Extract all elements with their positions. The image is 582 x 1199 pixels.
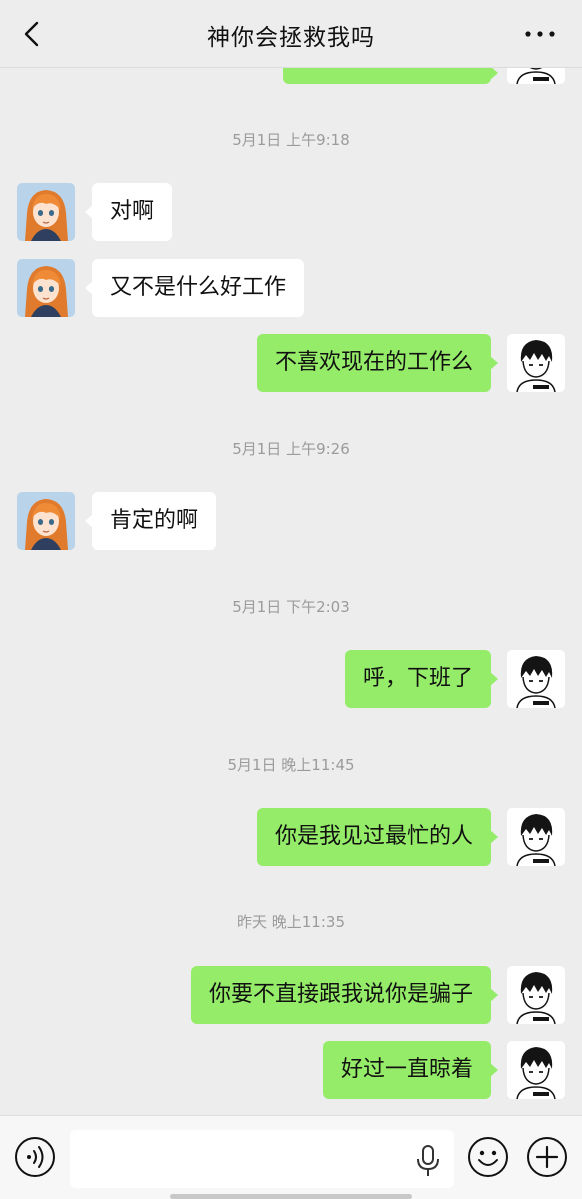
plus-icon: [527, 1137, 567, 1177]
sent-message[interactable]: 你是我见过最忙的人: [256, 808, 499, 866]
received-message[interactable]: 对啊: [84, 183, 173, 241]
more-dots-icon: [525, 31, 555, 37]
my-avatar[interactable]: [507, 808, 565, 866]
chat-header: 神你会拯救我吗: [0, 0, 582, 68]
received-message[interactable]: 又不是什么好工作: [84, 259, 305, 317]
sent-message[interactable]: 不喜欢现在的工作么: [256, 334, 499, 392]
message-input[interactable]: [70, 1130, 454, 1188]
my-avatar[interactable]: [507, 966, 565, 1024]
chat-area[interactable]: 5月1日 上午9:18 对啊 又不是什么好工作 不喜欢现在的工作么 5月1日 上…: [0, 0, 582, 1115]
timestamp: 5月1日 下午2:03: [232, 598, 350, 616]
input-bar: [0, 1115, 582, 1199]
sent-message[interactable]: 好过一直晾着: [322, 1041, 499, 1099]
sent-message[interactable]: 你要不直接跟我说你是骗子: [190, 966, 499, 1024]
voice-icon: [15, 1137, 55, 1177]
timestamp: 5月1日 上午9:18: [232, 131, 350, 149]
contact-avatar[interactable]: [17, 183, 75, 241]
mic-icon: [417, 1145, 439, 1176]
my-avatar[interactable]: [507, 650, 565, 708]
emoji-icon: [468, 1137, 508, 1177]
more-functions-button[interactable]: [526, 1136, 568, 1178]
received-message[interactable]: 肯定的啊: [84, 492, 217, 550]
emoji-button[interactable]: [467, 1136, 509, 1178]
contact-avatar[interactable]: [17, 492, 75, 550]
timestamp: 5月1日 上午9:26: [232, 440, 350, 458]
sent-message[interactable]: 呼，下班了: [344, 650, 499, 708]
mic-button[interactable]: [414, 1144, 442, 1178]
more-button[interactable]: [522, 22, 558, 46]
my-avatar[interactable]: [507, 334, 565, 392]
chat-title: 神你会拯救我吗: [207, 25, 375, 51]
voice-toggle-button[interactable]: [14, 1136, 56, 1178]
home-indicator: [170, 1194, 412, 1199]
my-avatar[interactable]: [507, 1041, 565, 1099]
timestamp: 昨天 晚上11:35: [237, 913, 345, 931]
timestamp: 5月1日 晚上11:45: [227, 756, 355, 774]
contact-avatar[interactable]: [17, 259, 75, 317]
